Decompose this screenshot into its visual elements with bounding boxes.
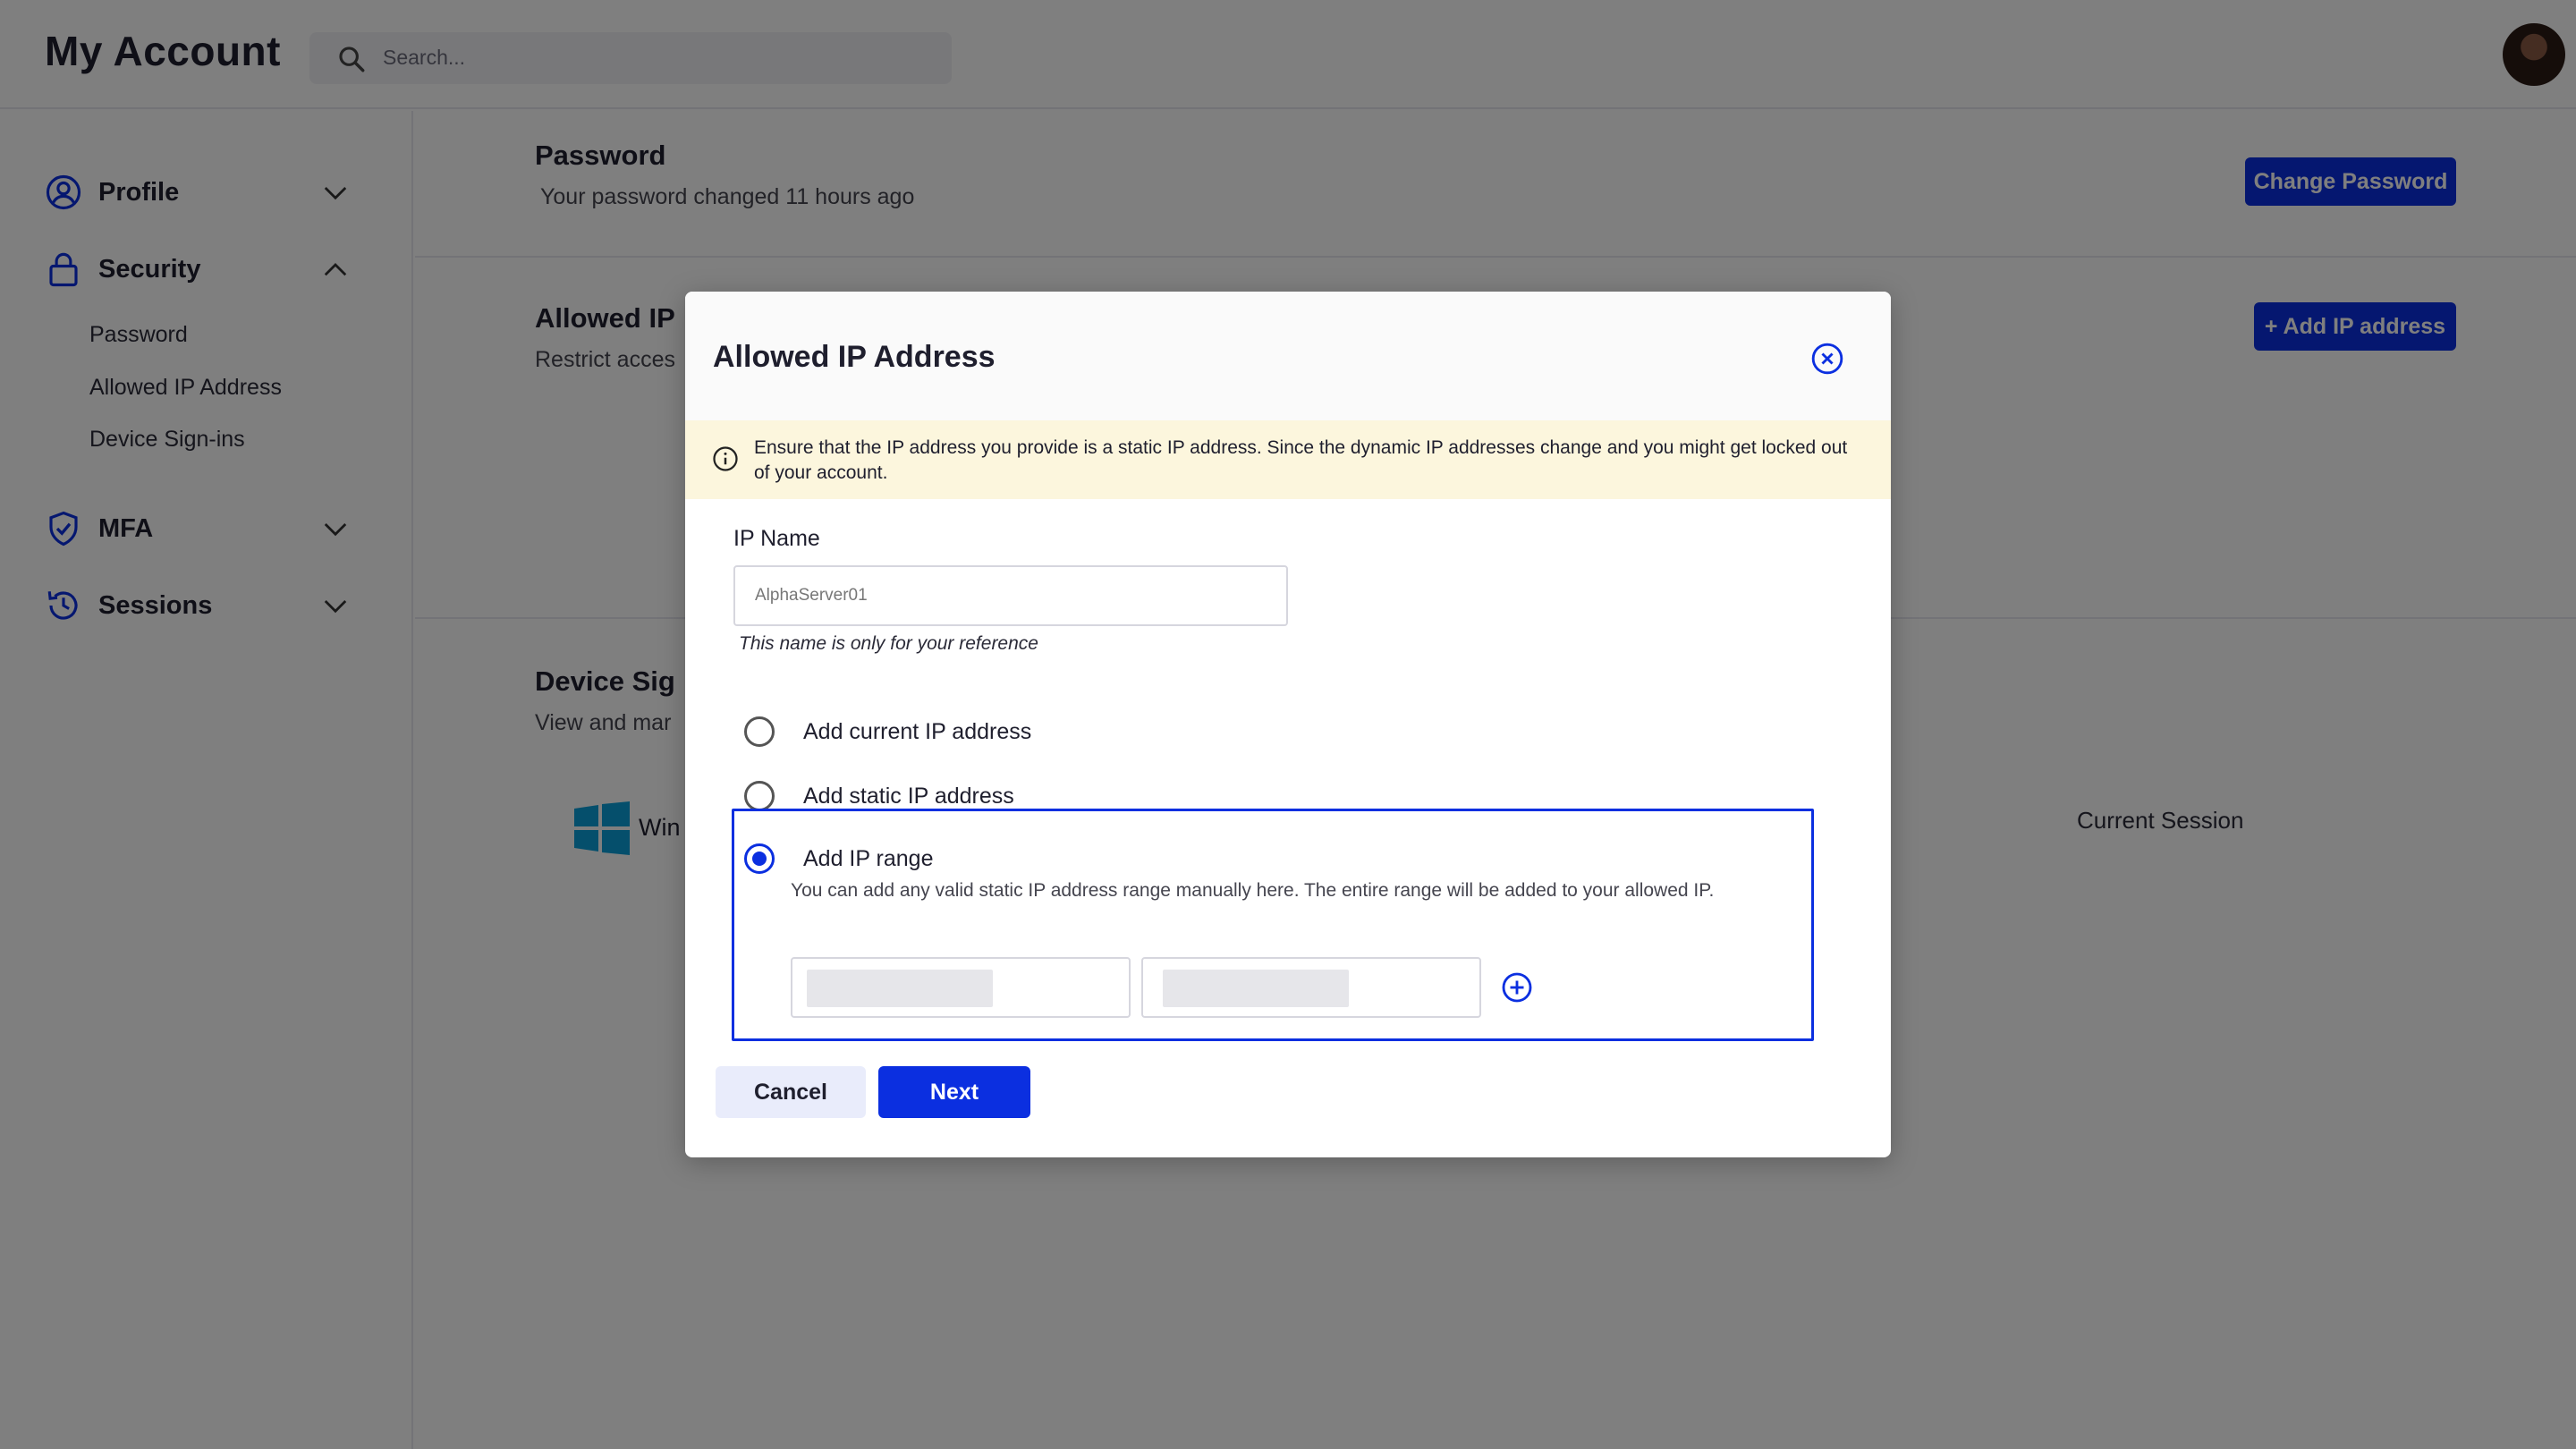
modal-header: Allowed IP Address <box>685 292 1891 420</box>
option-current-ip[interactable]: Add current IP address <box>744 716 1031 748</box>
allowed-ip-modal: Allowed IP Address Ensure that the IP ad… <box>685 292 1891 1157</box>
warning-notice: Ensure that the IP address you provide i… <box>685 420 1891 499</box>
ip-range-end-placeholder-bar <box>1163 970 1349 1007</box>
option-label: Add static IP address <box>803 783 1014 809</box>
radio-static-ip[interactable] <box>744 781 775 811</box>
option-label: Add IP range <box>803 845 934 871</box>
radio-current-ip[interactable] <box>744 716 775 747</box>
next-button[interactable]: Next <box>878 1066 1030 1118</box>
info-icon <box>713 446 738 471</box>
option-label: Add current IP address <box>803 718 1032 744</box>
option-ip-range[interactable]: Add IP range <box>744 843 933 875</box>
ip-name-input[interactable] <box>733 565 1288 626</box>
cancel-button[interactable]: Cancel <box>716 1066 866 1118</box>
notice-text: Ensure that the IP address you provide i… <box>754 437 1848 483</box>
radio-ip-range[interactable] <box>744 843 775 874</box>
close-icon[interactable] <box>1810 342 1844 376</box>
ip-name-hint: This name is only for your reference <box>739 633 1038 654</box>
ip-range-description: You can add any valid static IP address … <box>791 880 1715 901</box>
ip-name-label: IP Name <box>733 526 820 551</box>
option-static-ip[interactable]: Add static IP address <box>744 780 1014 812</box>
add-circle-icon[interactable] <box>1501 971 1533 1004</box>
ip-range-start-placeholder-bar <box>807 970 993 1007</box>
modal-title: Allowed IP Address <box>713 340 996 374</box>
